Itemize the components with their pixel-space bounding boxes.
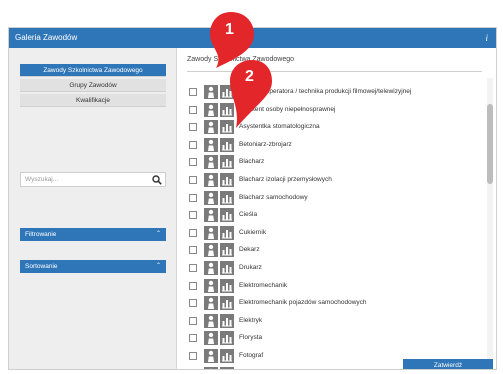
sidebar: Zawody Szkolnictwa Zawodowego Grupy Zawo…	[9, 48, 177, 369]
row-checkbox[interactable]	[189, 246, 197, 255]
profession-name: Fotograf	[239, 352, 264, 359]
chart-icon[interactable]	[220, 137, 234, 152]
list-item[interactable]: Blacharz izolacji przemysłowych	[187, 173, 472, 187]
row-checkbox[interactable]	[189, 123, 197, 132]
person-icon[interactable]	[204, 120, 218, 135]
window-title: Galeria Zawodów	[15, 33, 78, 42]
chart-icon[interactable]	[220, 155, 234, 170]
row-checkbox[interactable]	[189, 176, 197, 184]
filter-accordion[interactable]: Filtrowanie ⌃	[20, 228, 166, 241]
chevron-up-icon: ⌃	[155, 231, 161, 237]
scrollbar-thumb[interactable]	[487, 104, 493, 184]
profession-name: Drukarz	[239, 264, 262, 271]
person-icon[interactable]	[204, 208, 218, 223]
chart-icon[interactable]	[220, 296, 234, 311]
profession-name: Betoniarz-zbrojarz	[239, 140, 292, 148]
chart-icon[interactable]	[220, 278, 234, 293]
person-icon[interactable]	[204, 349, 218, 363]
sort-label: Sortowanie	[25, 263, 58, 270]
profession-name: Elektromechanik pojazdów samochodowych	[239, 299, 367, 307]
profession-name: Blacharz izolacji przemysłowych	[239, 176, 332, 183]
profession-name: Blacharz samochodowy	[239, 193, 308, 201]
submit-button[interactable]: Zatwierdź	[403, 359, 493, 369]
person-icon[interactable]	[204, 366, 218, 369]
row-checkbox[interactable]	[189, 228, 197, 237]
list-item[interactable]: Elektromechanik	[187, 278, 472, 293]
row-checkbox[interactable]	[189, 105, 197, 114]
chart-icon[interactable]	[220, 349, 234, 363]
row-checkbox[interactable]	[189, 264, 197, 272]
chart-icon[interactable]	[220, 313, 234, 328]
profession-name: Fototechnik	[239, 367, 273, 369]
person-icon[interactable]	[204, 102, 218, 117]
person-icon[interactable]	[204, 261, 218, 275]
profession-name: Blacharz	[239, 158, 265, 166]
row-checkbox[interactable]	[189, 352, 197, 360]
person-icon[interactable]	[204, 243, 218, 258]
person-icon[interactable]	[204, 225, 218, 240]
sort-accordion[interactable]: Sortowanie ⌃	[20, 260, 166, 273]
filter-label: Filtrowanie	[25, 231, 57, 238]
chart-icon[interactable]	[220, 366, 234, 369]
row-checkbox[interactable]	[189, 316, 197, 325]
list-item[interactable]: Blacharz	[187, 155, 472, 170]
chart-icon[interactable]	[220, 190, 234, 205]
person-icon[interactable]	[204, 190, 218, 205]
callout-number-2: 2	[245, 68, 254, 85]
chart-icon[interactable]	[220, 173, 234, 187]
profession-name: Dekarz	[239, 246, 260, 254]
chart-icon[interactable]	[220, 225, 234, 240]
profession-name: Florysta	[239, 334, 263, 342]
list-item[interactable]: Cukiernik	[187, 225, 472, 240]
category-button-qualifications[interactable]: Kwalifikacje	[20, 94, 166, 107]
person-icon[interactable]	[204, 137, 218, 152]
profession-name: Cukiernik	[239, 228, 267, 236]
row-checkbox[interactable]	[189, 334, 197, 343]
person-icon[interactable]	[204, 278, 218, 293]
person-icon[interactable]	[204, 313, 218, 328]
row-checkbox[interactable]	[189, 158, 197, 167]
profession-name: Cieśla	[239, 211, 258, 219]
list-item[interactable]: Dekarz	[187, 243, 472, 258]
list-item[interactable]: Elektromechanik pojazdów samochodowych	[187, 296, 472, 311]
callout-marker-2: 2	[226, 58, 274, 132]
row-checkbox[interactable]	[189, 211, 197, 220]
list-item[interactable]: Cieśla	[187, 208, 472, 223]
list-item[interactable]: Elektryk	[187, 313, 472, 328]
row-checkbox[interactable]	[189, 299, 197, 308]
profession-name: Elektromechanik	[239, 281, 288, 289]
person-icon[interactable]	[204, 331, 218, 346]
list-item[interactable]: Florysta	[187, 331, 472, 346]
list-item[interactable]: Blacharz samochodowy	[187, 190, 472, 205]
info-icon[interactable]: i	[485, 28, 488, 48]
chart-icon[interactable]	[220, 243, 234, 258]
person-icon[interactable]	[204, 155, 218, 170]
row-checkbox[interactable]	[189, 193, 197, 202]
row-checkbox[interactable]	[189, 281, 197, 290]
list-item[interactable]: Betoniarz-zbrojarz	[187, 137, 472, 152]
row-checkbox[interactable]	[189, 88, 197, 96]
chart-icon[interactable]	[220, 331, 234, 346]
scrollbar[interactable]	[487, 78, 493, 369]
chart-icon[interactable]	[220, 208, 234, 223]
search-input[interactable]	[21, 173, 147, 186]
row-checkbox[interactable]	[189, 140, 197, 149]
person-icon[interactable]	[204, 173, 218, 187]
list-item[interactable]: Drukarz	[187, 261, 472, 275]
profession-name: Elektryk	[239, 316, 263, 324]
chart-icon[interactable]	[220, 261, 234, 275]
person-icon[interactable]	[204, 85, 218, 99]
category-button-groups[interactable]: Grupy Zawodów	[20, 79, 166, 92]
search-icon[interactable]	[152, 175, 162, 185]
chevron-up-icon: ⌃	[155, 263, 161, 269]
search-box	[20, 172, 166, 187]
category-button-professions[interactable]: Zawody Szkolnictwa Zawodowego	[20, 64, 166, 77]
callout-number-1: 1	[225, 21, 234, 38]
person-icon[interactable]	[204, 296, 218, 311]
